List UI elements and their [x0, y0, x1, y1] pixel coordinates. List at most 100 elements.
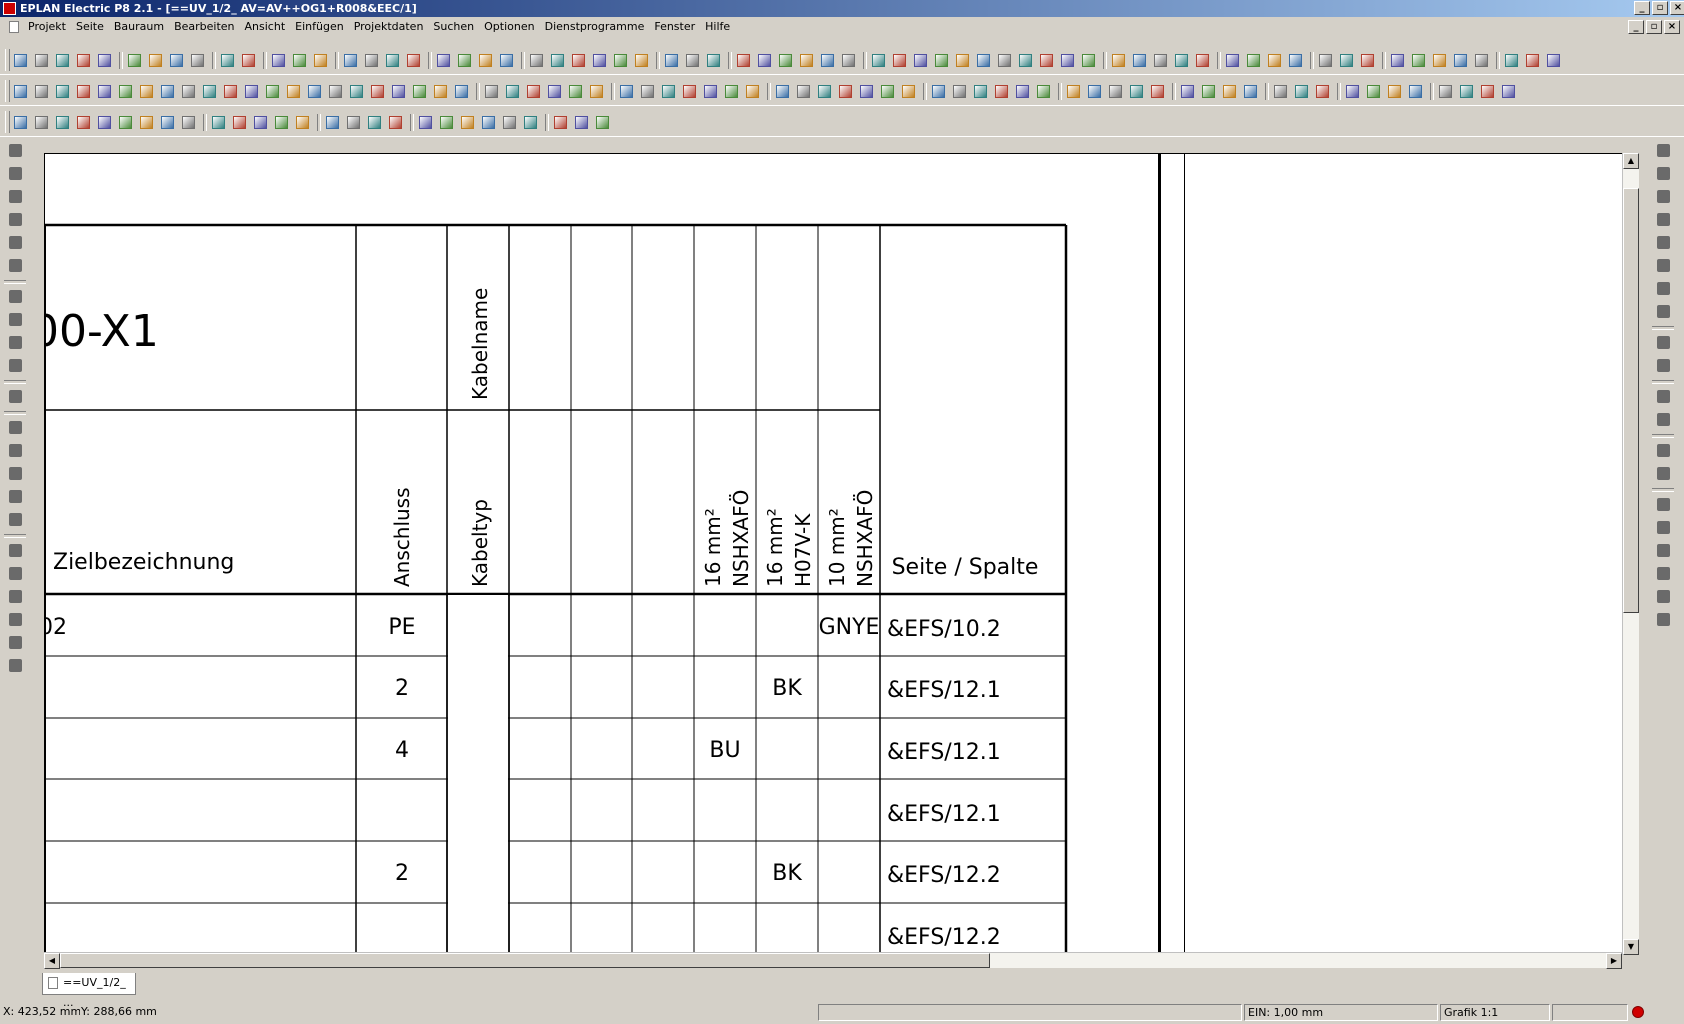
toolbar-tool-icon[interactable] [170, 54, 183, 67]
side-tool-icon[interactable] [9, 467, 22, 480]
toolbar-tool-icon[interactable] [98, 54, 111, 67]
toolbar-tool-icon[interactable] [98, 116, 111, 129]
restore-button[interactable]: ▫ [1652, 1, 1668, 15]
row-seite[interactable]: &EFS/12.2 [887, 863, 1001, 888]
side-tool-icon[interactable] [1657, 567, 1670, 580]
toolbar-tool-icon[interactable] [620, 85, 633, 98]
toolbar-tool-icon[interactable] [221, 54, 234, 67]
toolbar-tool-icon[interactable] [296, 116, 309, 129]
side-tool-icon[interactable] [1657, 390, 1670, 403]
toolbar-tool-icon[interactable] [419, 116, 432, 129]
toolbar-tool-icon[interactable] [98, 85, 111, 98]
toolbar-tool-icon[interactable] [191, 54, 204, 67]
toolbar-tool-icon[interactable] [326, 116, 339, 129]
toolbar-tool-icon[interactable] [56, 54, 69, 67]
vertical-scrollbar[interactable]: ▲ ▼ [1622, 153, 1639, 955]
menu-suchen[interactable]: Suchen [433, 20, 474, 33]
toolbar-tool-icon[interactable] [1268, 54, 1281, 67]
toolbar-tool-icon[interactable] [1244, 85, 1257, 98]
doc-close-button[interactable]: × [1664, 20, 1680, 34]
row-seite[interactable]: &EFS/10.2 [887, 617, 1001, 642]
doc-minimize-button[interactable]: _ [1628, 20, 1644, 34]
toolbar-tool-icon[interactable] [1460, 85, 1473, 98]
toolbar-tool-icon[interactable] [413, 85, 426, 98]
toolbar-tool-icon[interactable] [458, 54, 471, 67]
side-tool-icon[interactable] [9, 490, 22, 503]
side-tool-icon[interactable] [9, 167, 22, 180]
toolbar-tool-icon[interactable] [119, 85, 132, 98]
toolbar-tool-icon[interactable] [1109, 85, 1122, 98]
toolbar-tool-icon[interactable] [839, 85, 852, 98]
toolbar-tool-icon[interactable] [1454, 54, 1467, 67]
toolbar-tool-icon[interactable] [1202, 85, 1215, 98]
toolbar-tool-icon[interactable] [1505, 54, 1518, 67]
side-tool-icon[interactable] [9, 290, 22, 303]
toolbar-tool-icon[interactable] [1016, 85, 1029, 98]
document-icon[interactable] [9, 21, 19, 33]
menu-fenster[interactable]: Fenster [654, 20, 695, 33]
side-tool-icon[interactable] [9, 144, 22, 157]
toolbar-tool-icon[interactable] [872, 54, 885, 67]
toolbar-tool-icon[interactable] [389, 116, 402, 129]
toolbar-tool-icon[interactable] [1319, 54, 1332, 67]
side-tool-icon[interactable] [9, 421, 22, 434]
toolbar-tool-icon[interactable] [35, 116, 48, 129]
toolbar-tool-icon[interactable] [1037, 85, 1050, 98]
toolbar-tool-icon[interactable] [368, 116, 381, 129]
toolbar-tool-icon[interactable] [779, 54, 792, 67]
side-tool-icon[interactable] [1657, 213, 1670, 226]
menu-bearbeiten[interactable]: Bearbeiten [174, 20, 234, 33]
side-tool-icon[interactable] [1657, 236, 1670, 249]
toolbar-tool-icon[interactable] [500, 54, 513, 67]
minimize-button[interactable]: _ [1634, 1, 1650, 15]
doc-restore-button[interactable]: ▫ [1646, 20, 1662, 34]
toolbar-tool-icon[interactable] [902, 85, 915, 98]
toolbar-tool-icon[interactable] [119, 116, 132, 129]
side-tool-icon[interactable] [1657, 259, 1670, 272]
side-tool-icon[interactable] [9, 636, 22, 649]
toolbar-tool-icon[interactable] [821, 54, 834, 67]
toolbar-tool-icon[interactable] [212, 116, 225, 129]
toolbar-tool-icon[interactable] [245, 85, 258, 98]
toolbar-tool-icon[interactable] [758, 54, 771, 67]
toolbar-tool-icon[interactable] [881, 85, 894, 98]
toolbar-tool-icon[interactable] [434, 85, 447, 98]
toolbar-tool-icon[interactable] [503, 116, 516, 129]
toolbar-tool-icon[interactable] [1151, 85, 1164, 98]
toolbar-tool-icon[interactable] [1367, 85, 1380, 98]
side-tool-icon[interactable] [1657, 305, 1670, 318]
toolbar-tool-icon[interactable] [437, 54, 450, 67]
toolbar-tool-icon[interactable] [272, 54, 285, 67]
toolbar-tool-icon[interactable] [1388, 85, 1401, 98]
side-tool-icon[interactable] [9, 259, 22, 272]
toolbar-tool-icon[interactable] [707, 54, 720, 67]
toolbar-tool-icon[interactable] [995, 85, 1008, 98]
menu-optionen[interactable]: Optionen [484, 20, 534, 33]
toolbar-tool-icon[interactable] [683, 85, 696, 98]
toolbar-tool-icon[interactable] [1439, 85, 1452, 98]
side-tool-icon[interactable] [9, 390, 22, 403]
toolbar-tool-icon[interactable] [14, 54, 27, 67]
toolbar-tool-icon[interactable] [506, 85, 519, 98]
scroll-right-icon[interactable]: ▶ [1606, 953, 1622, 969]
side-tool-icon[interactable] [1657, 590, 1670, 603]
toolbar-tool-icon[interactable] [737, 54, 750, 67]
side-tool-icon[interactable] [9, 336, 22, 349]
side-tool-icon[interactable] [1657, 544, 1670, 557]
toolbar-tool-icon[interactable] [1223, 85, 1236, 98]
side-tool-icon[interactable] [9, 236, 22, 249]
close-button[interactable]: × [1670, 1, 1684, 15]
toolbar-tool-icon[interactable] [56, 85, 69, 98]
toolbar-tool-icon[interactable] [371, 85, 384, 98]
side-tool-icon[interactable] [9, 359, 22, 372]
toolbar-tool-icon[interactable] [1061, 54, 1074, 67]
toolbar-tool-icon[interactable] [746, 85, 759, 98]
toolbar-tool-icon[interactable] [1316, 85, 1329, 98]
toolbar-grip[interactable] [5, 49, 10, 71]
toolbar-tool-icon[interactable] [818, 85, 831, 98]
toolbar-tool-icon[interactable] [56, 116, 69, 129]
side-tool-icon[interactable] [9, 659, 22, 672]
toolbar-tool-icon[interactable] [974, 85, 987, 98]
toolbar-tool-icon[interactable] [1175, 54, 1188, 67]
menu-seite[interactable]: Seite [76, 20, 104, 33]
